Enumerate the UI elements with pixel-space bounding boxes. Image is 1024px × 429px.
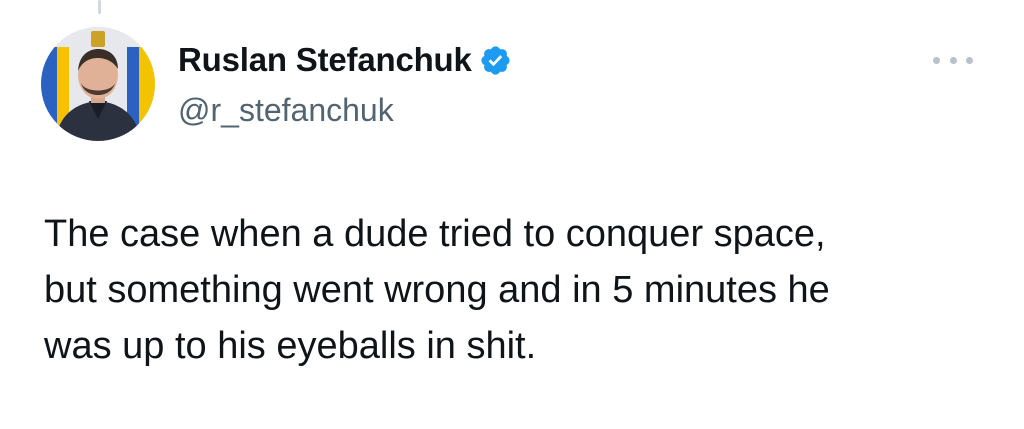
name-row: Ruslan Stefanchuk <box>178 40 512 80</box>
thread-connector-line <box>98 0 101 14</box>
more-dot <box>933 56 940 64</box>
author-handle[interactable]: @r_stefanchuk <box>178 92 512 129</box>
tweet-header: Ruslan Stefanchuk @r_stefanchuk <box>178 40 512 129</box>
avatar-photo <box>41 27 155 141</box>
more-options-icon[interactable] <box>933 52 973 68</box>
author-display-name[interactable]: Ruslan Stefanchuk <box>178 41 472 79</box>
tweet-text: The case when a dude tried to conquer sp… <box>44 213 830 367</box>
more-dot <box>966 56 973 64</box>
verified-badge-icon <box>479 44 512 77</box>
more-dot <box>949 56 957 64</box>
avatar[interactable] <box>41 27 155 141</box>
